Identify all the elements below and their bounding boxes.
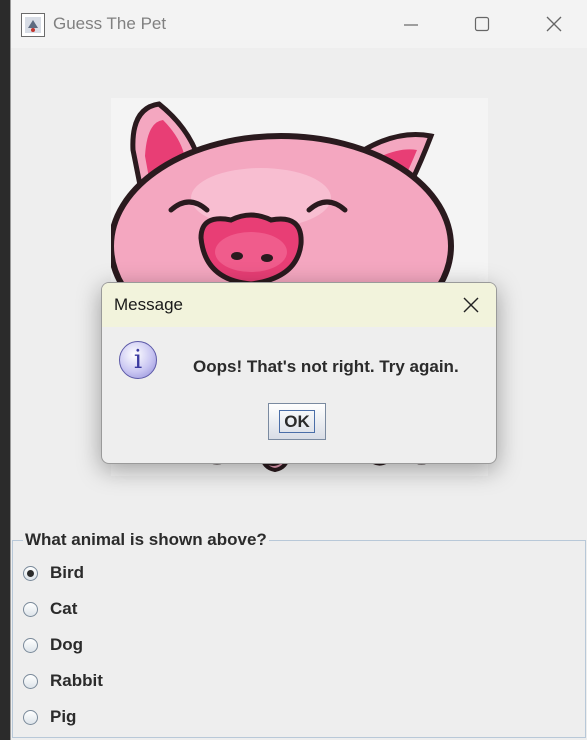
radio-button[interactable] [23, 710, 38, 725]
close-button[interactable] [519, 0, 587, 48]
ok-button[interactable]: OK [268, 403, 326, 440]
message-dialog: Message i Oops! That's not right. Try ag… [101, 282, 497, 464]
maximize-button[interactable] [447, 0, 517, 48]
dialog-title: Message [114, 295, 183, 314]
window-title: Guess The Pet [53, 14, 167, 33]
ok-button-label: OK [279, 410, 315, 433]
java-app-icon [21, 13, 45, 37]
dialog-message: Oops! That's not right. Try again. [193, 357, 459, 376]
title-bar: Guess The Pet [11, 0, 587, 48]
maximize-icon [474, 16, 490, 32]
option-label: Bird [50, 563, 84, 582]
option-label: Cat [50, 599, 78, 618]
radio-button[interactable] [23, 638, 38, 653]
info-icon: i [119, 341, 157, 379]
radio-button[interactable] [23, 674, 38, 689]
dialog-close-button[interactable] [454, 289, 488, 321]
option-label: Rabbit [50, 671, 103, 690]
radio-button[interactable] [23, 602, 38, 617]
radio-button-selected[interactable] [23, 566, 38, 581]
minimize-icon [404, 24, 418, 26]
option-label: Dog [50, 635, 84, 654]
close-icon [546, 16, 562, 32]
close-icon [463, 297, 479, 313]
dialog-title-bar: Message [102, 283, 496, 327]
option-label: Pig [50, 707, 77, 726]
answer-group [12, 540, 586, 738]
minimize-button[interactable] [376, 0, 446, 48]
question-title: What animal is shown above? [23, 530, 269, 550]
